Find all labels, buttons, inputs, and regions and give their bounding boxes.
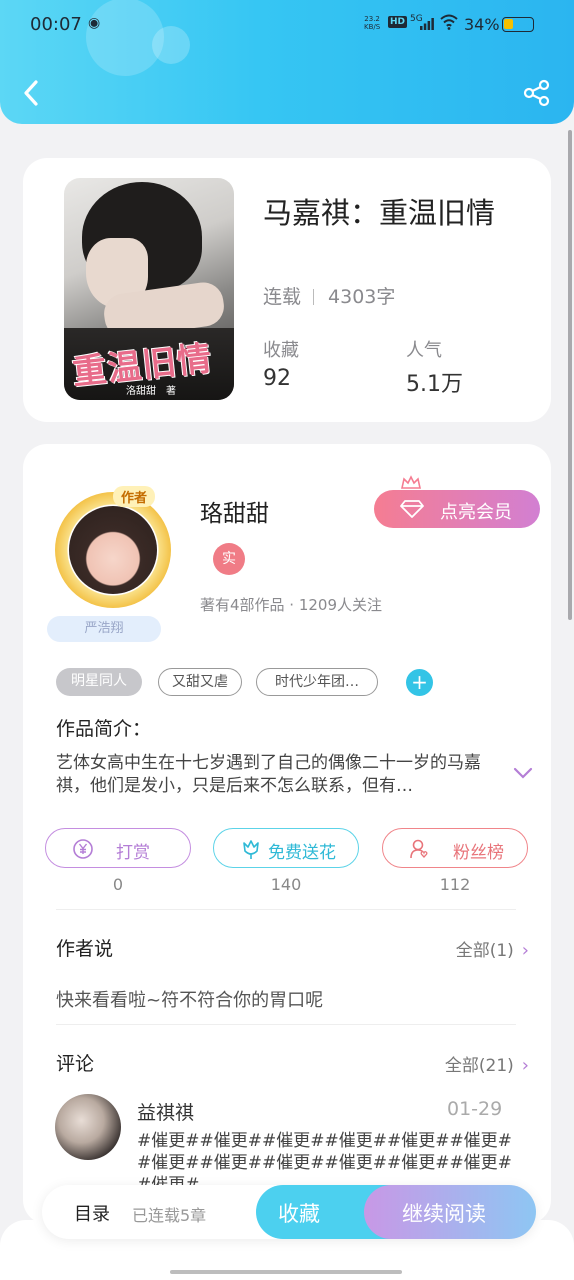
share-icon[interactable] [522,78,552,108]
comments-label: 评论 [56,1053,95,1075]
book-detail-card: 作者 严浩翔 珞甜甜 实 著有4部作品 · 1209人关注 点亮会员 明星同人 … [23,444,551,1224]
cover-author: 洛甜甜 著 [126,386,176,397]
author-name[interactable]: 珞甜甜 [200,494,269,528]
signal-icon [420,18,434,30]
comments-all-label: 全部(21) [444,1056,514,1076]
tip-count: 0 [112,875,124,894]
author-says-text: 快来看看啦~符不符合你的胃口呢 [56,990,324,1011]
fan-icon [410,839,428,859]
book-info-card: 重温旧情 洛甜甜 著 马嘉祺：重温旧情 连载 4303字 收藏 92 人气 5.1… [23,158,551,422]
book-status: 连载 [263,286,302,308]
status-bar: 00:07 ◉ 23.2 KB/S HD 5G 34% [0,0,574,50]
flower-count: 140 [270,875,302,894]
fan-ranking-label: 粉丝榜 [453,843,504,863]
wifi-icon [440,14,458,30]
send-flower-label: 免费送花 [268,843,336,863]
book-title: 马嘉祺：重温旧情 [263,196,496,230]
hd-badge: HD [388,16,408,28]
battery-level [504,19,513,29]
net-speed-unit: KB/S [364,23,381,31]
intro-text[interactable]: 艺体女高中生在十七岁遇到了自己的偶像二十一岁的马嘉祺，他们是发小，只是后来不怎么… [56,752,496,798]
popularity-value: 5.1万 [406,372,463,397]
author-says-all-label: 全部(1) [455,941,514,961]
tag-chip[interactable]: 时代少年团… [256,668,378,696]
author-badge: 作者 [113,486,156,507]
author-stats: 著有4部作品 · 1209人关注 [200,596,383,614]
book-meta: 连载 4303字 [263,282,395,309]
chevron-right-icon: › [521,1055,529,1076]
continue-reading-label: 继续阅读 [402,1202,486,1226]
tag-chip[interactable]: 明星同人 [56,668,142,696]
comment-user[interactable]: 益祺祺 [137,1098,194,1125]
comment-text[interactable]: #催更##催更##催更##催更##催更##催更##催更##催更##催更##催更#… [137,1130,517,1186]
tip-button[interactable]: 打赏 [45,828,191,868]
crown-icon [401,475,421,489]
back-icon[interactable] [18,76,44,110]
avatar-photo [69,506,157,594]
favorites-value: 92 [263,366,291,391]
yen-icon [73,839,93,859]
book-cover[interactable]: 重温旧情 洛甜甜 著 [64,178,234,400]
avatar-name-plate: 严浩翔 [47,616,161,642]
plus-icon[interactable]: + [406,669,433,696]
fan-count: 112 [439,875,471,894]
author-avatar[interactable]: 作者 严浩翔 [47,484,187,644]
comments-all-link[interactable]: 全部(21) › [445,1051,529,1076]
comment-date: 01-29 [447,1098,503,1120]
home-indicator[interactable] [170,1270,402,1274]
battery-icon [502,17,534,32]
collect-label: 收藏 [278,1202,320,1226]
tip-label: 打赏 [116,843,150,863]
net-speed-value: 23.2 [364,15,380,23]
vip-button[interactable]: 点亮会员 [374,475,540,528]
meta-divider [313,289,315,305]
send-flower-button[interactable]: 免费送花 [213,828,359,868]
tag-chip[interactable]: 又甜又虐 [158,668,242,696]
battery-percent: 34% [464,15,500,34]
favorites-label: 收藏 [263,340,299,361]
word-count: 4303字 [328,286,396,308]
flower-icon [243,840,259,859]
author-says-all-link[interactable]: 全部(1) › [456,936,529,961]
toc-button[interactable]: 目录 [74,1200,110,1226]
continue-reading-button[interactable]: 继续阅读 [364,1185,536,1239]
fan-ranking-button[interactable]: 粉丝榜 [382,828,528,868]
net-speed: 23.2 KB/S [364,15,380,31]
chevron-down-icon[interactable] [512,766,534,780]
vip-button-label: 点亮会员 [440,502,512,523]
intro-label: 作品简介： [56,718,152,740]
diamond-icon [400,500,424,518]
verified-badge: 实 [213,543,245,575]
divider [56,1024,516,1025]
chevron-right-icon: › [521,940,529,961]
bottom-action-bar: 目录 已连载5章 收藏 继续阅读 [42,1185,536,1239]
divider [56,909,516,910]
header-bar: 00:07 ◉ 23.2 KB/S HD 5G 34% [0,0,574,124]
weibo-icon: ◉ [88,15,101,31]
scrollbar[interactable] [568,130,572,620]
author-says-label: 作者说 [56,938,114,960]
status-time: 00:07 [30,14,82,35]
comment-avatar[interactable] [55,1094,121,1160]
chapter-count: 已连载5章 [132,1206,207,1225]
popularity-label: 人气 [406,340,442,361]
